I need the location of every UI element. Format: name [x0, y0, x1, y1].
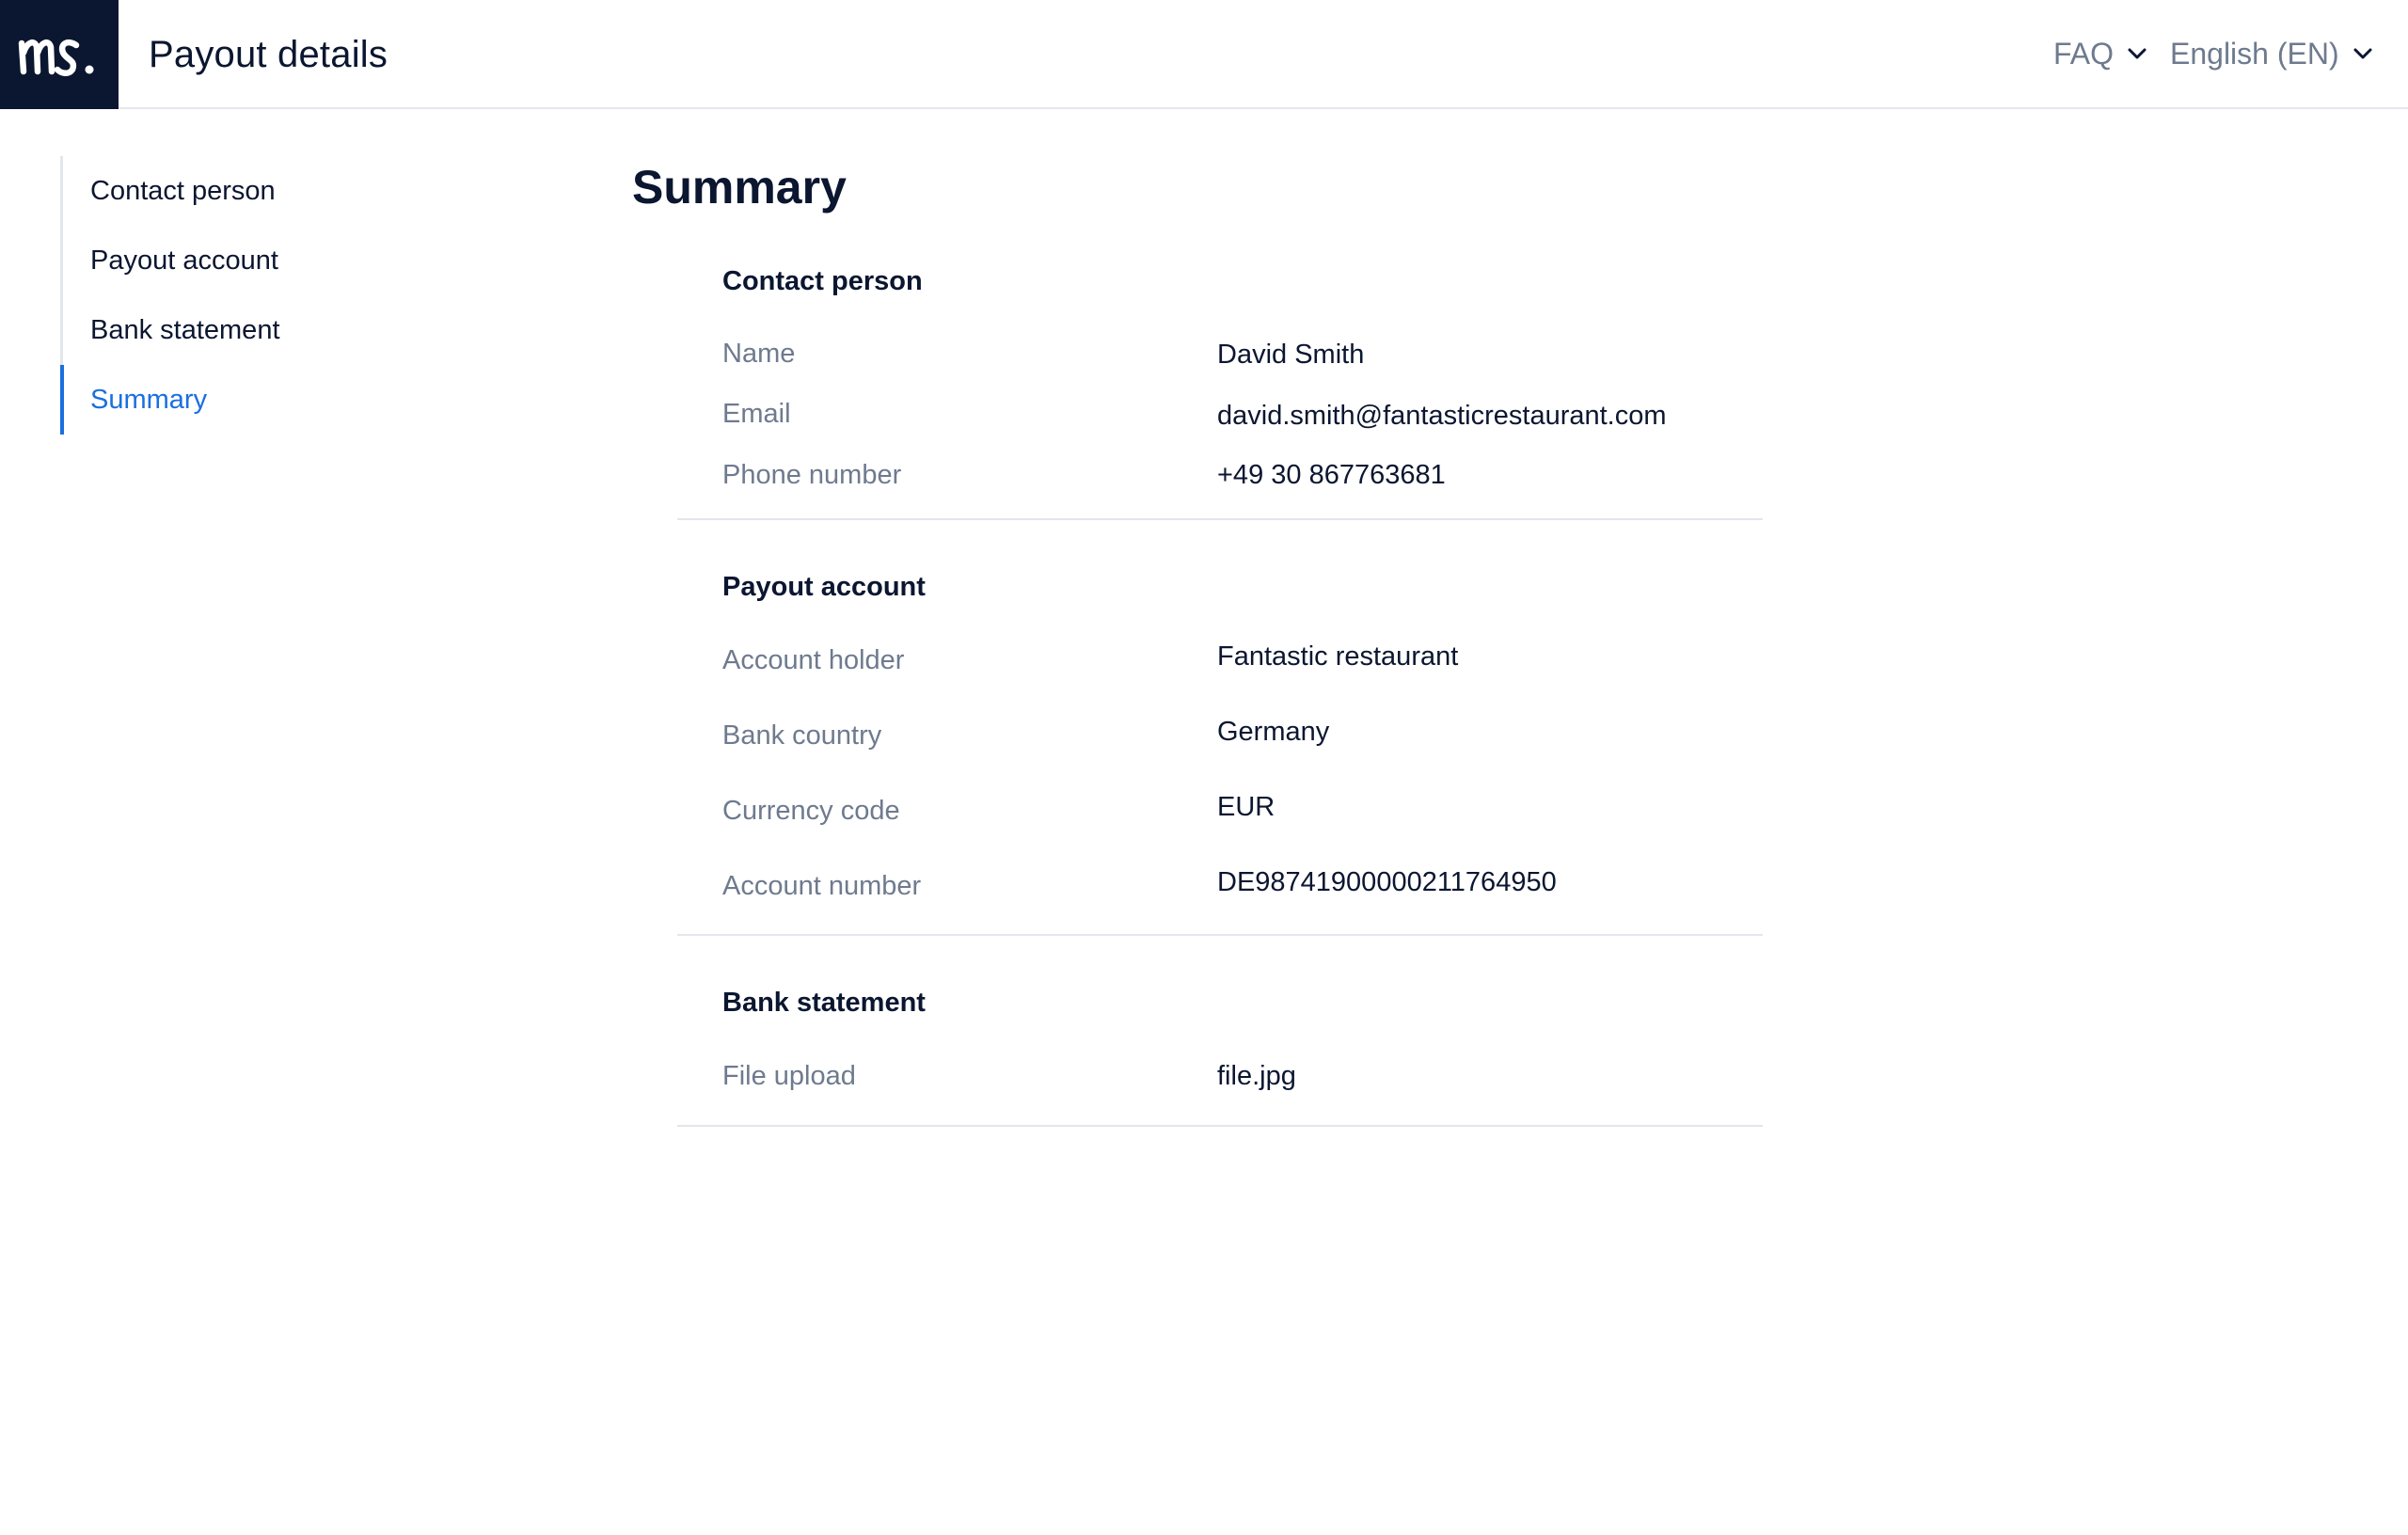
bank-country-label: Bank country — [722, 720, 882, 751]
sidebar-item-contact-person[interactable]: Contact person — [63, 156, 531, 226]
file-upload-value: file.jpg — [1217, 1061, 1296, 1091]
sidebar-item-summary[interactable]: Summary — [60, 365, 531, 435]
currency-code-value: EUR — [1217, 792, 1275, 822]
section-divider — [677, 518, 1763, 520]
language-label: English (EN) — [2170, 36, 2339, 71]
section-divider — [677, 1125, 1763, 1127]
name-value: David Smith — [1217, 340, 1365, 370]
bank-country-value: Germany — [1217, 717, 1330, 747]
account-number-label: Account number — [722, 871, 922, 901]
phone-value: +49 30 867763681 — [1217, 460, 1446, 490]
section-divider — [677, 934, 1763, 936]
contact-section-title: Contact person — [722, 266, 923, 296]
brand-logo[interactable] — [0, 0, 119, 109]
chevron-down-icon — [2353, 48, 2372, 59]
sidebar-item-bank-statement[interactable]: Bank statement — [63, 295, 531, 365]
file-upload-label: File upload — [722, 1061, 856, 1091]
payout-section-title: Payout account — [722, 572, 926, 602]
phone-label: Phone number — [722, 460, 902, 490]
step-sidebar: Contact person Payout account Bank state… — [60, 156, 531, 435]
summary-heading: Summary — [632, 161, 847, 214]
faq-label: FAQ — [2053, 36, 2115, 71]
logo-mark-icon — [18, 40, 94, 76]
bank-statement-section-title: Bank statement — [722, 988, 926, 1018]
language-selector[interactable]: English (EN) — [2170, 30, 2373, 77]
email-label: Email — [722, 399, 791, 429]
top-header: Payout details FAQ English (EN) — [0, 0, 2408, 109]
chevron-down-icon — [2128, 48, 2147, 59]
page-title: Payout details — [149, 34, 388, 75]
account-holder-label: Account holder — [722, 645, 905, 675]
email-value: david.smith@fantasticrestaurant.com — [1217, 401, 1667, 431]
name-label: Name — [722, 339, 796, 369]
sidebar-item-payout-account[interactable]: Payout account — [63, 226, 531, 295]
account-number-value: DE98741900000211764950 — [1217, 867, 1557, 897]
currency-code-label: Currency code — [722, 796, 900, 826]
account-holder-value: Fantastic restaurant — [1217, 641, 1459, 672]
faq-menu[interactable]: FAQ — [2053, 30, 2147, 77]
